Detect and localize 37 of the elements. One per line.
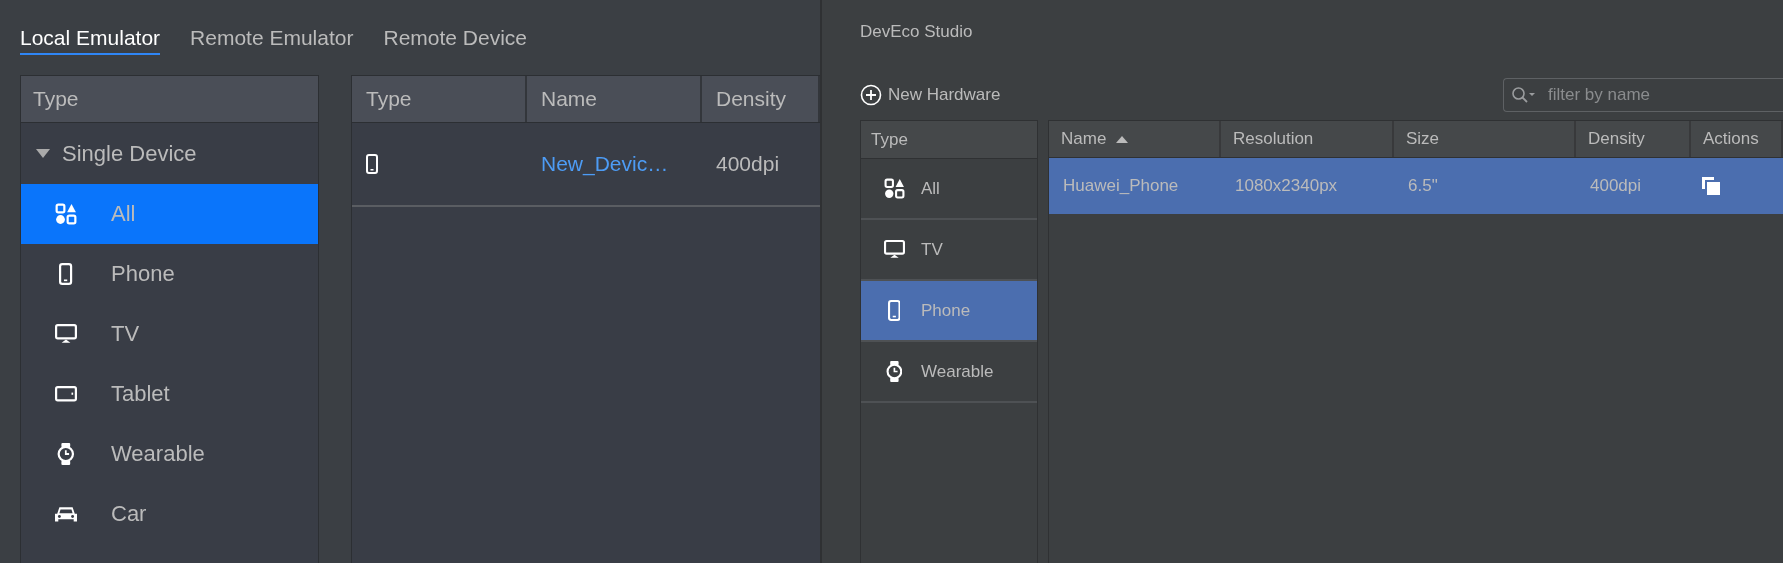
table-cell-text: 400dpi — [715, 152, 781, 176]
tree-item[interactable]: Phone — [21, 244, 318, 304]
shapes-icon — [55, 203, 77, 225]
tree-item[interactable]: Wearable — [21, 424, 318, 484]
tree-item[interactable]: Car — [21, 484, 318, 544]
column-header: Type — [861, 121, 1037, 159]
shapes-icon — [883, 178, 905, 199]
new-hardware-button[interactable]: New Hardware — [860, 84, 1001, 106]
type-list-item[interactable]: All — [861, 159, 1037, 220]
group-label: Single Device — [62, 140, 197, 167]
watch-icon — [57, 443, 75, 465]
plus-circle-icon — [860, 84, 882, 106]
tree-item[interactable]: Tablet — [21, 364, 318, 424]
tab[interactable]: Remote Device — [383, 20, 528, 55]
column-header[interactable]: Type — [352, 76, 527, 122]
dialog-subtitle: DevEco Studio — [860, 22, 974, 42]
tree-group[interactable]: Single Device — [21, 123, 318, 184]
filter-field[interactable]: filter by name — [1503, 78, 1783, 112]
monitor-icon — [55, 324, 77, 344]
tab[interactable]: Local Emulator — [20, 20, 161, 55]
watch-icon — [885, 361, 903, 382]
tree-item[interactable]: TV — [21, 304, 318, 364]
phone-icon — [59, 263, 73, 285]
device-name-link[interactable]: New_Devic… — [527, 152, 702, 176]
column-header[interactable]: Name — [527, 76, 702, 122]
clone-icon — [1701, 176, 1721, 196]
search-icon — [1511, 86, 1537, 104]
column-header[interactable]: Density — [702, 76, 820, 122]
expand-caret-icon[interactable] — [36, 149, 50, 158]
car-icon — [55, 504, 77, 524]
phone-icon — [887, 300, 901, 321]
tab[interactable]: Remote Emulator — [190, 20, 354, 55]
type-list-item[interactable]: Wearable — [861, 342, 1037, 403]
tablet-icon — [55, 386, 77, 402]
column-header: Type — [21, 76, 318, 123]
monitor-icon — [883, 240, 905, 259]
phone-icon — [366, 154, 378, 174]
